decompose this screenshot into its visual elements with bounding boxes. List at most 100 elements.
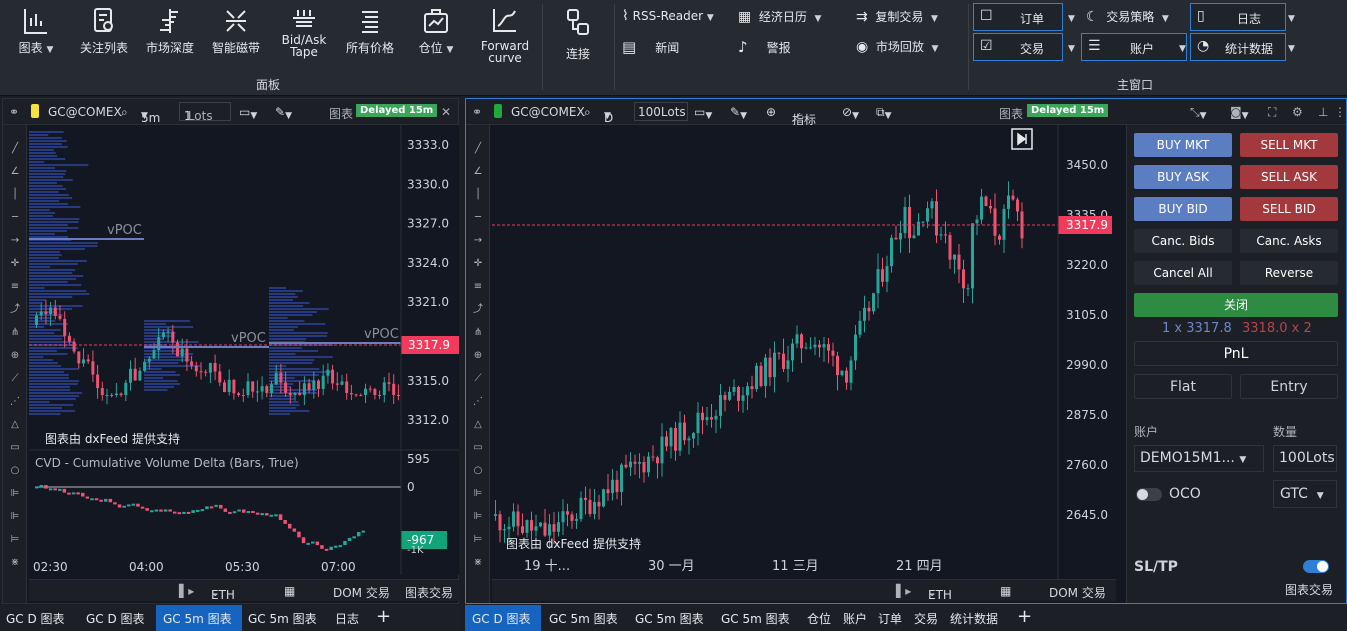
order-type-icon[interactable]: ▭ ▼	[239, 105, 257, 121]
triangle-tool-icon[interactable]: △	[9, 419, 21, 431]
sell-ask-button[interactable]: SELL ASK	[1240, 165, 1338, 189]
economic-calendar-button[interactable]: ▦ 经济日历 ▼	[738, 8, 821, 25]
scroll-handle[interactable]: ▌▸	[179, 584, 194, 598]
bid-ask-tape-button[interactable]: Bid/Ask Tape	[276, 6, 332, 58]
calendar-icon[interactable]: ▦	[1000, 584, 1011, 598]
search-icon[interactable]: ⌕	[121, 105, 128, 120]
line-tool-icon[interactable]: ╱	[472, 143, 484, 155]
curve-tool-icon[interactable]: ⤴	[472, 304, 484, 316]
tab-account[interactable]: 账户	[843, 610, 867, 627]
rss-reader-button[interactable]: ⌇ RSS-Reader ▼	[622, 8, 714, 24]
levels-icon[interactable]: ⊫	[472, 511, 484, 523]
magnet-icon[interactable]: ⋇	[472, 557, 484, 569]
tab-gc-5m-chart-1[interactable]: GC 5m 图表	[549, 610, 618, 627]
layout-icon[interactable]: ⧉ ▼	[876, 105, 892, 121]
close-position-button[interactable]: 关闭	[1134, 293, 1338, 317]
trade-dropdown[interactable]: ▼	[1068, 40, 1075, 54]
settings-gear-icon[interactable]: ⚙	[1292, 105, 1303, 119]
strategy-button[interactable]: ☾ 交易策略 ▼	[1086, 8, 1169, 25]
ruler-icon[interactable]: ⟋	[9, 373, 21, 385]
stats-button[interactable]: ◔ 统计数据	[1190, 33, 1286, 61]
rectangle-tool-icon[interactable]: ▭	[9, 442, 21, 454]
tab-positions[interactable]: 仓位	[807, 610, 831, 627]
news-button[interactable]: ▤ 新闻	[622, 38, 679, 56]
link-icon[interactable]: ⚭	[9, 105, 19, 119]
account-select[interactable]: DEMO15M1... ▼	[1134, 445, 1264, 472]
market-replay-button[interactable]: ◉ 市场回放 ▼	[856, 38, 938, 55]
cross-tool-icon[interactable]: ✛	[472, 258, 484, 270]
text-tool-icon[interactable]: ⊨	[9, 534, 21, 546]
quantity-field[interactable]: 100Lots	[1273, 445, 1337, 472]
gann-icon[interactable]: ⊫	[9, 488, 21, 500]
tab-gc-5m-chart-3[interactable]: GC 5m 图表	[721, 610, 790, 627]
zoom-tool-icon[interactable]: ⊕	[472, 350, 484, 362]
tif-select[interactable]: GTC ▼	[1273, 480, 1337, 508]
fullscreen-icon[interactable]: ⛶	[1268, 105, 1276, 120]
levels-icon[interactable]: ⊫	[9, 511, 21, 523]
tab-statistics[interactable]: 统计数据	[950, 610, 998, 627]
entry-button[interactable]: Entry	[1240, 374, 1338, 399]
rectangle-tool-icon[interactable]: ▭	[472, 442, 484, 454]
calendar-icon[interactable]: ▦	[284, 584, 295, 598]
pin-icon[interactable]: ⊥	[1318, 105, 1328, 119]
oco-toggle[interactable]	[1136, 488, 1162, 501]
order-button[interactable]: ☐ 订单	[973, 3, 1063, 31]
magnet-icon[interactable]: ⋇	[9, 557, 21, 569]
account-button[interactable]: ☰ 账户	[1081, 33, 1187, 61]
vertical-line-icon[interactable]: │	[9, 189, 21, 201]
more-icon[interactable]: ⋮	[1334, 105, 1346, 119]
tab-log[interactable]: 日志	[335, 610, 359, 627]
account-dropdown[interactable]: ▼	[1179, 40, 1186, 54]
fib-icon[interactable]: ⋰	[9, 396, 21, 408]
tab-gc-5m-chart-2[interactable]: GC 5m 图表	[248, 610, 317, 627]
copy-trade-button[interactable]: ⇉ 复制交易 ▼	[856, 8, 938, 25]
buy-ask-button[interactable]: BUY ASK	[1134, 165, 1232, 189]
link-icon[interactable]: ⚭	[472, 105, 482, 119]
angle-tool-icon[interactable]: ∠	[472, 166, 484, 178]
watchlist-button[interactable]: 关注列表	[76, 6, 132, 54]
symbol-label[interactable]: GC@COMEX	[511, 105, 585, 119]
chart-trade-button[interactable]: 图表交易	[405, 584, 453, 601]
zoom-tool-icon[interactable]: ⊕	[9, 350, 21, 362]
cancel-all-button[interactable]: Cancel All	[1134, 261, 1232, 285]
tab-orders[interactable]: 订单	[878, 610, 902, 627]
horizontal-line-icon[interactable]: ─	[9, 212, 21, 224]
zoom-icon[interactable]: ⊕	[766, 105, 776, 119]
stats-dropdown[interactable]: ▼	[1288, 40, 1295, 54]
reverse-button[interactable]: Reverse	[1240, 261, 1338, 285]
buy-market-button[interactable]: BUY MKT	[1134, 133, 1232, 157]
line-tool-icon[interactable]: ╱	[9, 143, 21, 155]
circle-tool-icon[interactable]: ○	[472, 465, 484, 477]
triangle-tool-icon[interactable]: △	[472, 419, 484, 431]
pitchfork-icon[interactable]: ⋔	[472, 327, 484, 339]
tab-gc-5m-chart-1[interactable]: GC 5m 图表	[163, 610, 232, 627]
fib-icon[interactable]: ⋰	[472, 396, 484, 408]
alerts-button[interactable]: ♪ 警报	[738, 38, 791, 56]
log-dropdown[interactable]: ▼	[1288, 10, 1295, 24]
sell-market-button[interactable]: SELL MKT	[1240, 133, 1338, 157]
pitchfork-icon[interactable]: ⋔	[9, 327, 21, 339]
quantity-input[interactable]: 100Lots	[634, 102, 688, 121]
symbol-color-marker[interactable]	[494, 104, 502, 118]
symbol-color-marker[interactable]	[31, 104, 39, 118]
arrow-tool-icon[interactable]: →	[472, 235, 484, 247]
connect-button[interactable]: 连接	[552, 6, 604, 60]
cancel-bids-button[interactable]: Canc. Bids	[1134, 229, 1232, 253]
order-type-icon[interactable]: ▭ ▼	[694, 105, 712, 121]
channel-tool-icon[interactable]: ≡	[472, 281, 484, 293]
right-price-chart[interactable]: 3450.03335.03220.03105.02990.02875.02760…	[492, 125, 1126, 580]
smart-tape-button[interactable]: 智能磁带	[208, 6, 264, 54]
market-depth-button[interactable]: 市场深度	[142, 6, 198, 54]
symbol-label[interactable]: GC@COMEX	[48, 105, 122, 119]
buy-bid-button[interactable]: BUY BID	[1134, 197, 1232, 221]
circle-tool-icon[interactable]: ○	[9, 465, 21, 477]
positions-button[interactable]: 仓位 ▼	[408, 6, 464, 56]
arrow-tool-icon[interactable]: →	[9, 235, 21, 247]
scroll-handle[interactable]: ▌▸	[896, 584, 911, 598]
gann-icon[interactable]: ⊫	[472, 488, 484, 500]
ruler-icon[interactable]: ⟋	[472, 373, 484, 385]
chart-button[interactable]: 图表 ▼	[12, 6, 60, 56]
cross-tool-icon[interactable]: ✛	[9, 258, 21, 270]
cancel-asks-button[interactable]: Canc. Asks	[1240, 229, 1338, 253]
tab-gc-d-chart-2[interactable]: GC D 图表	[86, 610, 145, 627]
